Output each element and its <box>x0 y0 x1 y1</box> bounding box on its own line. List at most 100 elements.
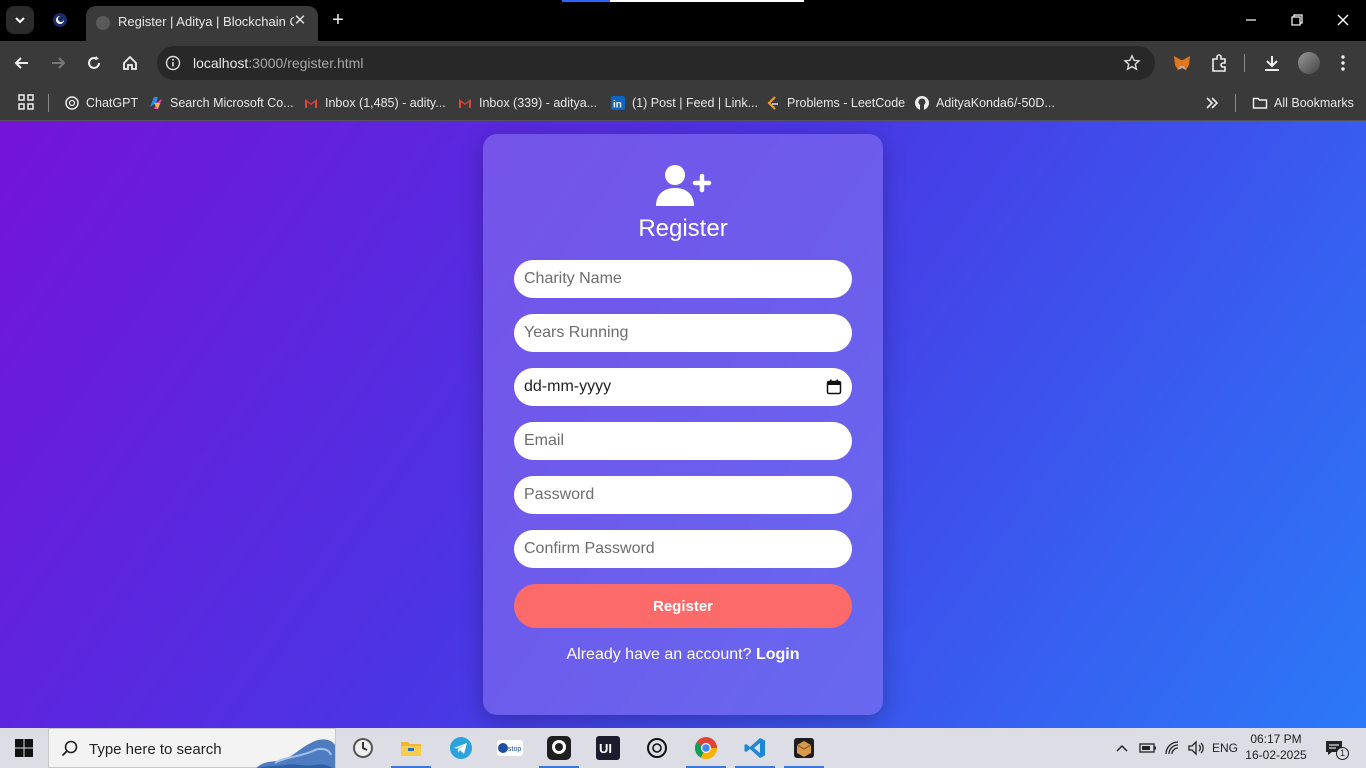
tab-favicon <box>96 16 110 30</box>
arrow-right-icon <box>52 57 66 69</box>
reload-button[interactable] <box>82 51 106 75</box>
site-info-icon[interactable] <box>165 55 181 71</box>
taskbar-uipath[interactable]: UI <box>594 734 622 762</box>
chatgpt-icon <box>647 738 667 758</box>
copilot-icon <box>150 97 162 109</box>
system-clock[interactable]: 06:17 PM 16-02-2025 <box>1244 731 1308 763</box>
folder-icon <box>1252 97 1268 109</box>
home-icon <box>123 55 137 70</box>
search-icon <box>61 740 78 757</box>
volume-icon[interactable] <box>1187 740 1205 756</box>
taskbar-file-explorer[interactable] <box>397 734 425 762</box>
calendar-icon[interactable] <box>826 379 842 395</box>
home-button[interactable] <box>118 51 142 75</box>
password-input[interactable]: Password <box>514 476 852 514</box>
taskbar-chrome[interactable] <box>692 734 720 762</box>
download-icon[interactable] <box>1262 53 1282 73</box>
unstop-icon: stop <box>497 740 523 756</box>
taskbar-github-desktop[interactable] <box>545 734 573 762</box>
whale-illustration-icon <box>256 739 335 768</box>
user-plus-icon <box>656 165 712 206</box>
extensions-icon[interactable] <box>1209 53 1229 73</box>
svg-text:stop: stop <box>508 746 521 753</box>
form-heading: Register <box>638 215 728 242</box>
chevron-double-right-icon[interactable] <box>1204 95 1220 111</box>
svg-text:UI: UI <box>599 741 612 756</box>
browser-toolbar: localhost:3000/register.html <box>0 41 1366 85</box>
pinned-tab-icon[interactable] <box>52 12 68 28</box>
bookmark-star-icon[interactable] <box>1123 54 1141 72</box>
register-button[interactable]: Register <box>514 584 852 628</box>
file-explorer-icon <box>401 742 421 756</box>
bookmark-leetcode[interactable]: Problems - LeetCode <box>765 94 905 112</box>
all-bookmarks-button[interactable]: All Bookmarks <box>1252 94 1354 112</box>
chrome-icon <box>695 737 717 759</box>
close-tab-icon[interactable]: ✕ <box>292 13 308 29</box>
profile-avatar[interactable] <box>1298 52 1320 74</box>
package-box-icon <box>794 738 814 758</box>
linkedin-icon: in <box>611 96 625 111</box>
telegram-icon <box>450 737 472 759</box>
taskbar-package-app[interactable] <box>790 734 818 762</box>
bookmark-github[interactable]: AdityaKonda6/-50D... <box>914 94 1055 112</box>
years-running-input[interactable]: Years Running <box>514 314 852 352</box>
email-input[interactable]: Email <box>514 422 852 460</box>
charity-name-input[interactable]: Charity Name <box>514 260 852 298</box>
tab-search-button[interactable] <box>6 6 34 34</box>
bookmark-gmail-1[interactable]: Inbox (1,485) - adity... <box>303 94 446 112</box>
back-button[interactable] <box>10 51 34 75</box>
reload-icon <box>88 56 100 69</box>
uipath-icon: UI <box>596 736 620 760</box>
toolbar-divider <box>1244 54 1245 72</box>
tab-bar: Register | Aditya | Blockchain Ch ✕ + <box>0 0 1366 41</box>
active-tab[interactable]: Register | Aditya | Blockchain Ch ✕ <box>86 6 318 41</box>
bookmark-copilot[interactable]: Search Microsoft Co... <box>148 94 294 112</box>
close-window-icon[interactable] <box>1333 10 1353 30</box>
login-prompt: Already have an account? Login <box>566 646 800 663</box>
language-indicator[interactable]: ENG <box>1212 728 1238 768</box>
url-text[interactable]: localhost:3000/register.html <box>193 55 363 71</box>
tab-title: Register | Aditya | Blockchain Ch <box>118 14 294 29</box>
windows-taskbar: Type here to search stop UI ENG 06:17 PM… <box>0 728 1366 768</box>
battery-icon[interactable] <box>1139 741 1157 755</box>
clock-app-icon <box>353 738 373 758</box>
loading-indicator <box>562 0 804 2</box>
notification-center-button[interactable]: 1 <box>1324 738 1349 760</box>
taskbar-chatgpt[interactable] <box>643 734 671 762</box>
taskbar-vscode[interactable] <box>741 734 769 762</box>
bookmark-gmail-2[interactable]: Inbox (339) - aditya... <box>457 94 597 112</box>
arrow-left-icon <box>14 57 28 69</box>
wifi-icon[interactable] <box>1164 740 1180 756</box>
notification-count-badge: 1 <box>1336 747 1349 760</box>
taskbar-clock-app[interactable] <box>349 734 377 762</box>
metamask-icon[interactable] <box>1172 54 1192 72</box>
leetcode-icon <box>767 96 778 110</box>
bookmark-chatgpt[interactable]: ChatGPT <box>64 94 138 112</box>
register-card: Register Charity Name Years Running dd-m… <box>483 134 883 715</box>
restore-icon[interactable] <box>1287 10 1307 30</box>
svg-text:in: in <box>613 100 622 111</box>
forward-button[interactable] <box>46 51 70 75</box>
apps-grid-icon[interactable] <box>18 94 34 110</box>
taskbar-unstop[interactable]: stop <box>496 734 524 762</box>
minimize-icon[interactable] <box>1241 10 1261 30</box>
taskbar-search[interactable]: Type here to search <box>48 728 336 768</box>
vscode-icon <box>744 738 765 758</box>
chevron-down-icon <box>15 17 25 24</box>
address-bar[interactable]: localhost:3000/register.html <box>157 46 1155 80</box>
menu-dots-icon[interactable] <box>1336 53 1350 73</box>
date-input[interactable]: dd-mm-yyyy <box>514 368 852 406</box>
bookmark-linkedin[interactable]: in (1) Post | Feed | Link... <box>610 94 758 112</box>
openai-icon <box>65 96 79 110</box>
bookmarks-divider-right <box>1235 94 1236 112</box>
github-icon <box>915 96 929 110</box>
login-link[interactable]: Login <box>756 646 800 663</box>
chevron-up-icon[interactable] <box>1115 742 1129 754</box>
taskbar-telegram[interactable] <box>447 734 475 762</box>
page-background: Register Charity Name Years Running dd-m… <box>0 121 1366 728</box>
new-tab-button[interactable]: + <box>328 10 348 30</box>
confirm-password-input[interactable]: Confirm Password <box>514 530 852 568</box>
github-desktop-icon <box>547 736 571 760</box>
windows-start-icon[interactable] <box>14 738 34 758</box>
bookmarks-divider <box>48 94 49 112</box>
